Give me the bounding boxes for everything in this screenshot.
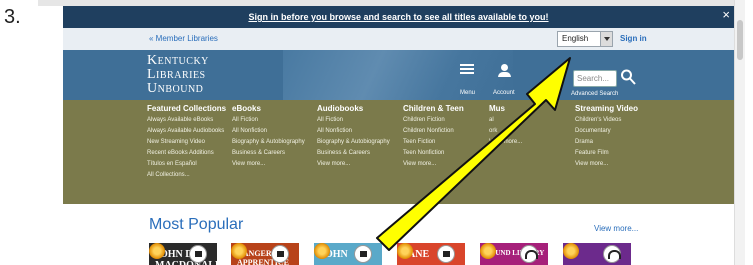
nav-heading[interactable]: Audiobooks: [317, 104, 403, 113]
search-icon: [621, 69, 636, 85]
star-badge-icon: [314, 243, 330, 259]
search-input[interactable]: Search...: [573, 70, 617, 87]
nav-link[interactable]: Children Nonfiction: [403, 128, 489, 135]
star-badge-icon: [149, 243, 165, 259]
star-badge-icon: [397, 243, 413, 259]
browser-viewport: Sign in before you browse and search to …: [63, 6, 734, 265]
nav-column-audiobooks: Audiobooks All Fiction All Nonfiction Bi…: [317, 104, 403, 172]
book-cover[interactable]: SOUND LIBRARY: [480, 243, 548, 265]
nav-heading[interactable]: Streaming Video: [575, 104, 661, 113]
book-cover[interactable]: JANE: [397, 243, 465, 265]
site-header: Kentucky Libraries Unbound Menu Account …: [63, 50, 734, 100]
book-cover[interactable]: JOHN: [314, 243, 382, 265]
nav-link[interactable]: ork: [489, 128, 575, 135]
nav-link[interactable]: View more...: [403, 161, 489, 168]
signin-banner-link[interactable]: Sign in before you browse and search to …: [248, 12, 548, 22]
view-more-link[interactable]: View more...: [594, 224, 638, 233]
nav-link[interactable]: Títulos en Español: [147, 161, 237, 168]
ebook-format-icon: [354, 245, 372, 263]
step-number-label: 3.: [4, 6, 21, 28]
book-cover[interactable]: [563, 243, 631, 265]
section-title: Most Popular: [149, 216, 244, 233]
hamburger-icon: [460, 64, 474, 66]
star-badge-icon: [231, 243, 247, 259]
nav-column-children-teen: Children & Teen Children Fiction Childre…: [403, 104, 489, 172]
nav-link[interactable]: Children Fiction: [403, 117, 489, 124]
nav-link[interactable]: Always Available eBooks: [147, 117, 237, 124]
nav-link[interactable]: View more...: [489, 139, 575, 146]
nav-link[interactable]: Children's Videos: [575, 117, 661, 124]
logo-line-1: Kentucky: [147, 53, 209, 68]
chevron-down-icon[interactable]: [600, 32, 612, 46]
nav-link[interactable]: All Collections...: [147, 172, 237, 179]
logo-line-2: Libraries: [147, 67, 206, 82]
nav-column-featured-collections: Featured Collections Always Available eB…: [147, 104, 237, 183]
account-icon-body: [498, 72, 511, 77]
headphones-icon: [603, 245, 621, 263]
ebook-format-icon: [271, 245, 289, 263]
nav-link[interactable]: Business & Careers: [317, 150, 403, 157]
ebook-format-icon: [189, 245, 207, 263]
nav-link[interactable]: View more...: [317, 161, 403, 168]
nav-link[interactable]: All Fiction: [232, 117, 318, 124]
vertical-scrollbar[interactable]: [734, 0, 745, 265]
star-badge-icon: [480, 243, 496, 259]
nav-link[interactable]: al: [489, 117, 575, 124]
nav-link[interactable]: Drama: [575, 139, 661, 146]
language-select-value: English: [562, 34, 589, 43]
scrollbar-thumb[interactable]: [737, 20, 743, 60]
book-cover[interactable]: RANGER'S APPRENTICE: [231, 243, 299, 265]
close-icon[interactable]: ×: [722, 8, 730, 22]
signin-banner: Sign in before you browse and search to …: [63, 6, 734, 28]
menu-label: Menu: [460, 90, 476, 96]
search-placeholder: Search...: [577, 74, 610, 83]
nav-heading[interactable]: eBooks: [232, 104, 318, 113]
search-button[interactable]: [620, 67, 636, 87]
nav-link[interactable]: Teen Fiction: [403, 139, 489, 146]
nav-link[interactable]: Always Available Audiobooks: [147, 128, 237, 135]
nav-link[interactable]: All Fiction: [317, 117, 403, 124]
nav-link[interactable]: Feature Film: [575, 150, 661, 157]
nav-link[interactable]: All Nonfiction: [317, 128, 403, 135]
headphones-icon: [520, 245, 538, 263]
nav-link[interactable]: Biography & Autobiography: [232, 139, 318, 146]
nav-link[interactable]: Documentary: [575, 128, 661, 135]
nav-heading[interactable]: Mus: [489, 104, 575, 113]
nav-link[interactable]: Biography & Autobiography: [317, 139, 403, 146]
nav-link[interactable]: View more...: [232, 161, 318, 168]
book-cover[interactable]: JOHN D. MACDONALD: [149, 243, 217, 265]
nav-column-ebooks: eBooks All Fiction All Nonfiction Biogra…: [232, 104, 318, 172]
site-logo[interactable]: Kentucky Libraries Unbound: [147, 54, 209, 96]
account-icon: [501, 64, 508, 71]
logo-line-3: Unbound: [147, 81, 204, 96]
nav-link[interactable]: View more...: [575, 161, 661, 168]
nav-link[interactable]: Recent eBooks Additions: [147, 150, 237, 157]
most-popular-section: Most Popular View more... JOHN D. MACDON…: [63, 204, 734, 265]
nav-link[interactable]: New Streaming Video: [147, 139, 237, 146]
utility-bar: « Member Libraries English Sign in: [63, 28, 734, 50]
nav-heading[interactable]: Children & Teen: [403, 104, 489, 113]
nav-link[interactable]: Teen Nonfiction: [403, 150, 489, 157]
nav-link[interactable]: Business & Careers: [232, 150, 318, 157]
hamburger-icon-bar: [460, 68, 474, 70]
advanced-search-link[interactable]: Advanced Search: [571, 91, 618, 97]
signin-link[interactable]: Sign in: [620, 34, 647, 43]
star-badge-icon: [563, 243, 579, 259]
hamburger-icon-bar: [460, 72, 474, 74]
nav-column-music: Mus al ork View more...: [489, 104, 575, 150]
browse-navigation: Featured Collections Always Available eB…: [63, 100, 734, 204]
language-select[interactable]: English: [557, 31, 613, 47]
nav-link[interactable]: All Nonfiction: [232, 128, 318, 135]
nav-heading[interactable]: Featured Collections: [147, 104, 237, 113]
member-libraries-link[interactable]: « Member Libraries: [149, 34, 218, 43]
ebook-format-icon: [437, 245, 455, 263]
nav-column-streaming-video: Streaming Video Children's Videos Docume…: [575, 104, 661, 172]
account-label: Account: [493, 90, 515, 96]
